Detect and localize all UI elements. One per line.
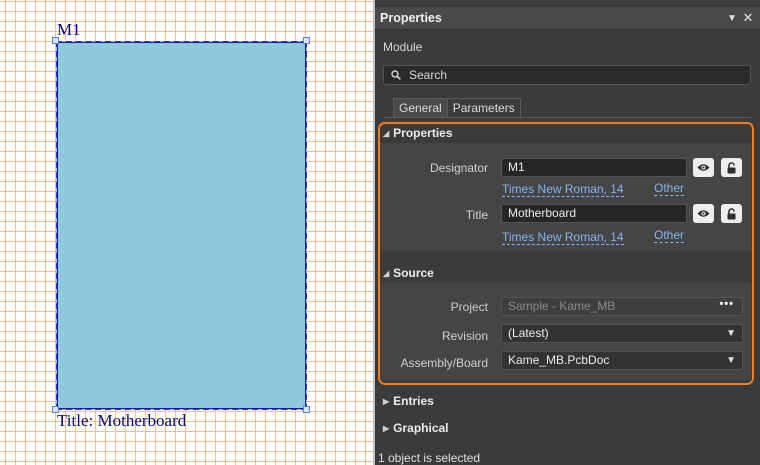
tab-divider (383, 117, 751, 118)
entries-section-header[interactable]: ▶ Entries (383, 393, 434, 409)
highlight-frame (378, 122, 754, 385)
module-designator-text[interactable]: M1 (57, 20, 81, 40)
search-box[interactable] (383, 65, 751, 85)
module-body[interactable] (56, 41, 307, 410)
search-icon (391, 70, 401, 80)
tab-bar: General Parameters (393, 98, 521, 118)
expand-triangle-icon: ▶ (383, 423, 390, 433)
expand-triangle-icon: ▶ (383, 396, 390, 406)
section-heading: Graphical (393, 421, 449, 435)
tab-general[interactable]: General (393, 98, 448, 118)
properties-panel: Properties ▼ ✕ Module General Parameters… (375, 0, 760, 465)
panel-title: Properties (380, 11, 442, 25)
module-title-text[interactable]: Title: Motherboard (57, 411, 186, 431)
resize-handle-top-right[interactable] (303, 37, 310, 44)
resize-handle-top-left[interactable] (52, 37, 59, 44)
schematic-canvas[interactable]: M1 Title: Motherboard (0, 0, 373, 465)
close-icon[interactable]: ✕ (740, 10, 756, 26)
object-kind-label: Module (383, 40, 423, 54)
panel-menu-icon[interactable]: ▼ (724, 13, 740, 24)
search-input[interactable] (409, 68, 709, 82)
section-heading: Entries (393, 394, 434, 408)
resize-handle-bottom-right[interactable] (303, 406, 310, 413)
selection-status: 1 object is selected (378, 451, 481, 465)
tab-parameters[interactable]: Parameters (447, 98, 521, 118)
graphical-section-header[interactable]: ▶ Graphical (383, 420, 449, 436)
panel-header: Properties ▼ ✕ (375, 7, 760, 30)
